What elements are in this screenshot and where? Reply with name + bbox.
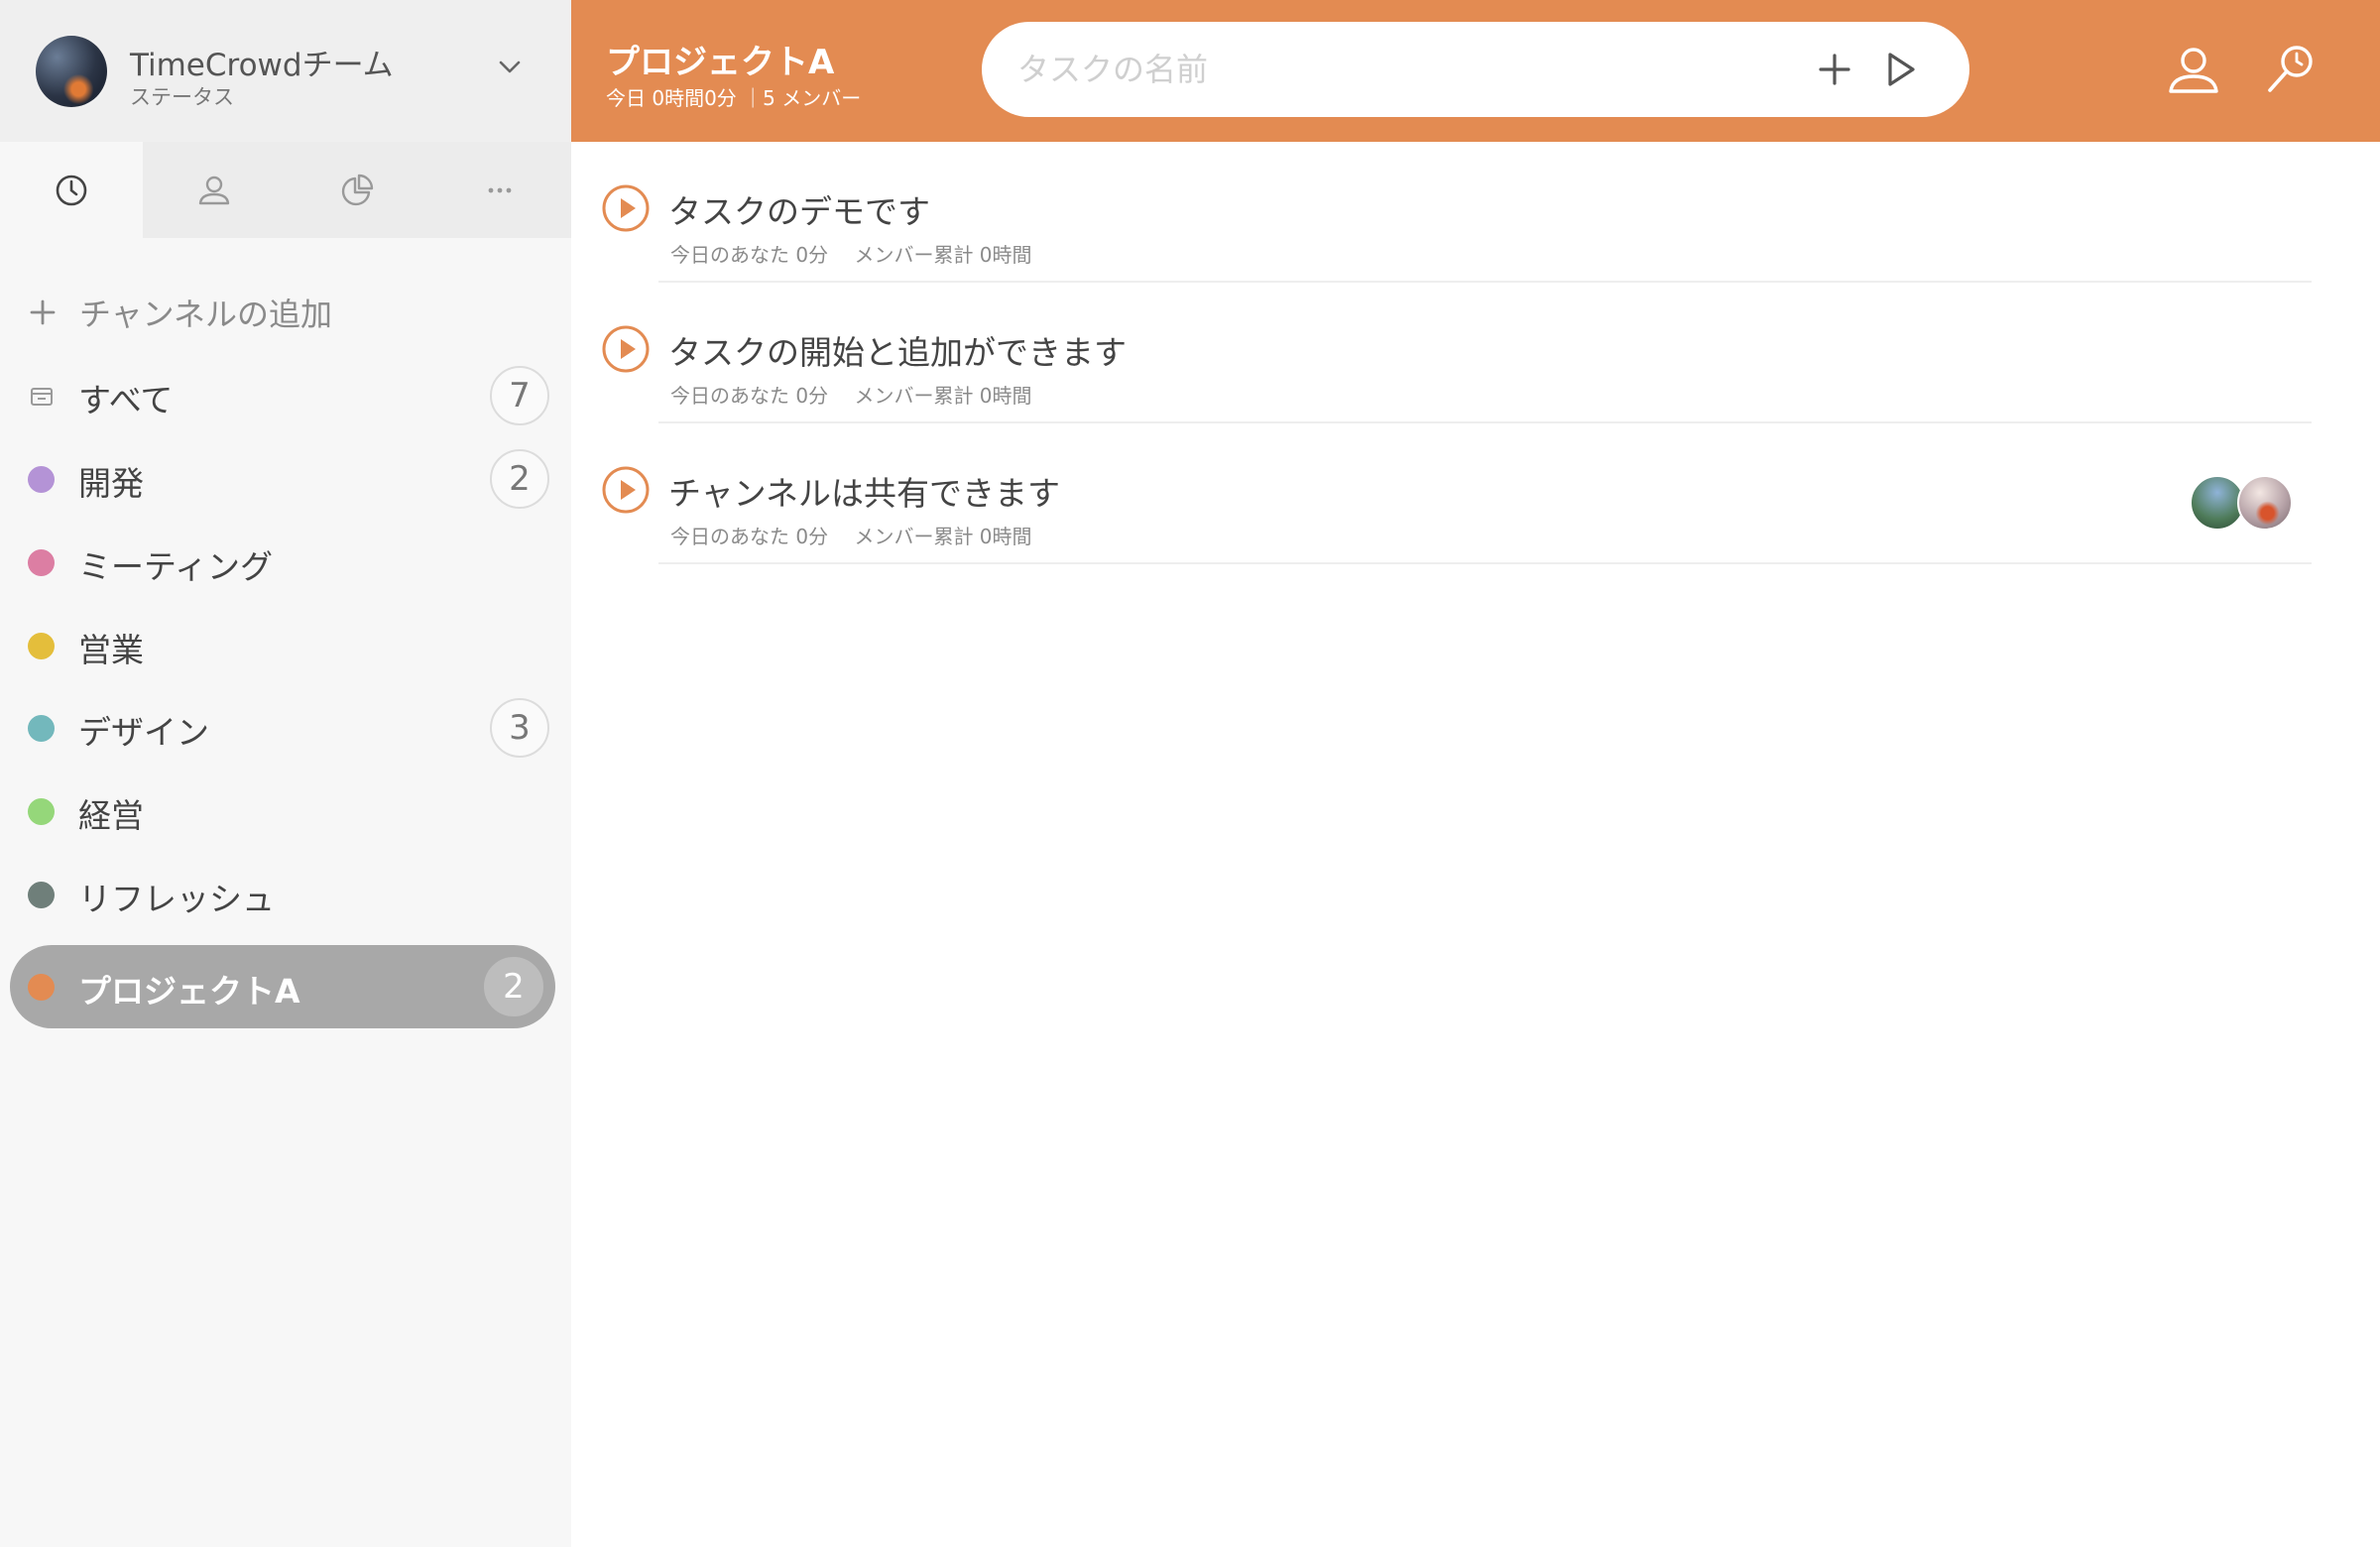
play-icon[interactable]: [1880, 50, 1920, 89]
play-task-icon[interactable]: [601, 465, 651, 515]
channel-count-badge: 2: [484, 957, 543, 1016]
plus-icon[interactable]: [1817, 52, 1852, 87]
tab-more[interactable]: [428, 142, 571, 238]
channel-color-dot: [28, 549, 55, 576]
plus-icon: [30, 299, 56, 325]
channel-label: 経営: [78, 796, 144, 835]
search-history-icon[interactable]: [2261, 40, 2320, 99]
team-name: TimeCrowdチーム: [130, 48, 394, 83]
task-row[interactable]: チャンネルは共有できます 今日のあなた 0分 メンバー累計 0時間: [571, 423, 2380, 564]
task-row[interactable]: タスクのデモです 今日のあなた 0分 メンバー累計 0時間: [571, 142, 2380, 283]
tab-members[interactable]: [143, 142, 286, 238]
sidebar: TimeCrowdチーム ステータス チャンネルの追加 すべて 7 開発 2 ミ…: [0, 0, 571, 1547]
add-channel-button[interactable]: チャンネルの追加: [26, 288, 332, 337]
more-icon: [488, 187, 512, 192]
task-today-time: 今日のあなた 0分: [670, 243, 829, 267]
channel-count-badge: 2: [490, 449, 549, 509]
add-channel-label: チャンネルの追加: [79, 296, 333, 333]
tab-reports[interactable]: [286, 142, 428, 238]
member-avatar[interactable]: [2237, 475, 2293, 531]
project-header: プロジェクトA 今日 0時間0分 ｜5 メンバー: [571, 0, 2380, 142]
channel-label: ミーティング: [78, 547, 274, 586]
channel-count-badge: 7: [490, 366, 549, 425]
team-status[interactable]: ステータス: [130, 81, 234, 111]
task-row[interactable]: タスクの開始と追加ができます 今日のあなた 0分 メンバー累計 0時間: [571, 283, 2380, 423]
channel-label: デザイン: [78, 713, 209, 752]
task-name: タスクのデモです: [668, 192, 930, 231]
user-icon[interactable]: [2164, 40, 2223, 99]
sidebar-tabs: [0, 142, 571, 238]
project-subtitle: 今日 0時間0分 ｜5 メンバー: [606, 86, 862, 110]
channel-sales[interactable]: 営業: [10, 604, 555, 687]
channel-label: 営業: [78, 631, 144, 669]
channel-color-dot: [28, 798, 55, 825]
task-meta: 今日のあなた 0分 メンバー累計 0時間: [670, 521, 1052, 549]
task-member-total: メンバー累計 0時間: [854, 243, 1032, 267]
channel-color-dot: [28, 974, 55, 1001]
team-switcher[interactable]: TimeCrowdチーム ステータス: [0, 0, 571, 142]
tab-timer[interactable]: [0, 142, 143, 238]
inbox-icon: [31, 388, 53, 406]
channel-management[interactable]: 経営: [10, 770, 555, 853]
channel-design[interactable]: デザイン 3: [10, 686, 555, 770]
team-avatar: [36, 36, 107, 107]
channel-label: プロジェクトA: [78, 972, 300, 1011]
play-task-icon[interactable]: [601, 183, 651, 233]
task-today-time: 今日のあなた 0分: [670, 384, 829, 408]
task-meta: 今日のあなた 0分 メンバー累計 0時間: [670, 239, 1052, 268]
task-meta: 今日のあなた 0分 メンバー累計 0時間: [670, 380, 1052, 409]
task-name: チャンネルは共有できます: [668, 474, 1061, 513]
channel-label: 開発: [78, 464, 144, 503]
channel-refresh[interactable]: リフレッシュ: [10, 853, 555, 936]
clock-icon: [56, 175, 87, 205]
channel-color-dot: [28, 882, 55, 908]
channel-color-dot: [28, 633, 55, 659]
chevron-down-icon[interactable]: [494, 52, 526, 83]
task-entry-bar: [982, 22, 1969, 117]
task-today-time: 今日のあなた 0分: [670, 525, 829, 548]
task-member-total: メンバー累計 0時間: [854, 384, 1032, 408]
channel-all[interactable]: すべて 7: [10, 354, 555, 437]
divider: [658, 562, 2312, 564]
pie-chart-icon: [341, 174, 374, 205]
task-member-total: メンバー累計 0時間: [854, 525, 1032, 548]
channel-color-dot: [28, 466, 55, 493]
project-title: プロジェクトA: [606, 43, 835, 82]
channel-color-dot: [28, 715, 55, 742]
play-task-icon[interactable]: [601, 324, 651, 374]
task-name: タスクの開始と追加ができます: [668, 333, 1127, 372]
channel-label: すべて: [78, 381, 174, 419]
channel-label: リフレッシュ: [78, 880, 275, 918]
channel-development[interactable]: 開発 2: [10, 437, 555, 521]
task-name-input[interactable]: [1017, 44, 1791, 95]
user-icon: [198, 176, 230, 204]
channel-project-a[interactable]: プロジェクトA 2: [10, 945, 555, 1028]
channel-count-badge: 3: [490, 698, 549, 758]
channel-meeting[interactable]: ミーティング: [10, 521, 555, 604]
